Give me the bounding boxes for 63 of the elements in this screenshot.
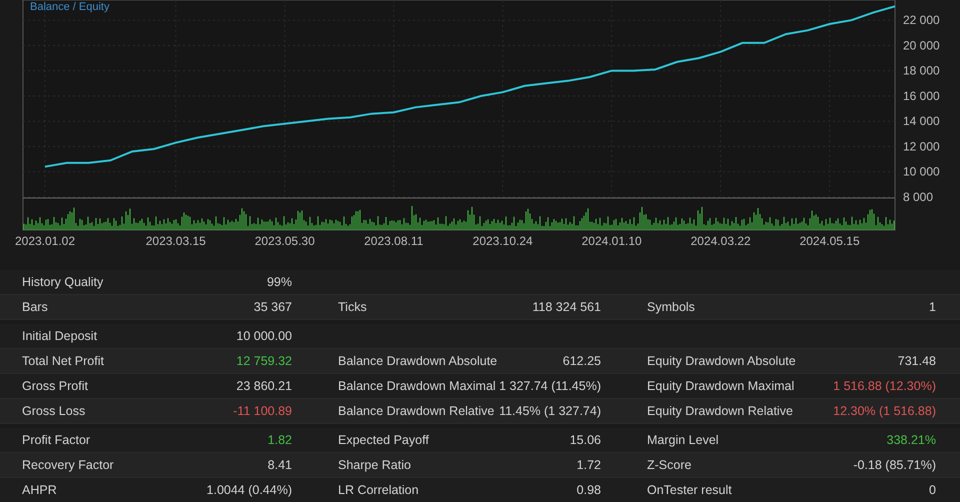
x-axis-label: 2023.10.24 bbox=[472, 234, 533, 248]
stat-label: Expected Payoff bbox=[338, 433, 429, 447]
stat-label: Initial Deposit bbox=[22, 329, 98, 343]
y-axis-label: 16 000 bbox=[903, 88, 940, 103]
y-axis-label: 22 000 bbox=[903, 13, 940, 28]
stat-label: Sharpe Ratio bbox=[338, 458, 411, 472]
stat-value: 12 759.32 bbox=[236, 354, 292, 368]
stat-value: 1.0044 (0.44%) bbox=[206, 483, 292, 497]
x-axis-label: 2023.05.30 bbox=[254, 234, 315, 248]
stat-label: Balance Drawdown Absolute bbox=[338, 354, 498, 368]
stat-value: 338.21% bbox=[886, 433, 936, 447]
y-axis-label: 8 000 bbox=[903, 190, 934, 204]
stat-value: 12.30% (1 516.88) bbox=[833, 404, 936, 418]
stat-value: 23 860.21 bbox=[236, 379, 292, 393]
stat-label: Symbols bbox=[647, 300, 695, 314]
stat-value: 1 516.88 (12.30%) bbox=[833, 379, 936, 393]
stat-value: -0.18 (85.71%) bbox=[853, 458, 936, 472]
stat-value: 0.98 bbox=[576, 483, 601, 497]
y-axis-label: 14 000 bbox=[903, 114, 940, 128]
stat-value: 1.72 bbox=[576, 458, 601, 472]
stat-value: 118 324 561 bbox=[532, 300, 601, 314]
stat-value: 731.48 bbox=[898, 354, 936, 368]
stat-value: -11 100.89 bbox=[233, 404, 292, 418]
stat-value: 8.41 bbox=[268, 458, 292, 472]
stat-label: Equity Drawdown Absolute bbox=[647, 354, 796, 368]
x-axis-label: 2023.01.02 bbox=[14, 234, 76, 248]
y-axis-label: 12 000 bbox=[903, 139, 940, 154]
stat-label: LR Correlation bbox=[338, 483, 419, 497]
stat-label: Recovery Factor bbox=[22, 458, 114, 472]
stat-label: Balance Drawdown Relative bbox=[338, 404, 494, 418]
x-axis-label: 2023.08.11 bbox=[364, 234, 424, 248]
y-axis-label: 18 000 bbox=[903, 64, 940, 78]
stat-label: Margin Level bbox=[647, 433, 719, 447]
stat-value: 35 367 bbox=[254, 300, 292, 314]
y-axis-label: 20 000 bbox=[903, 38, 940, 52]
stat-value: 11.45% (1 327.74) bbox=[499, 404, 601, 418]
stat-value: 1 bbox=[929, 300, 936, 314]
stat-label: Z-Score bbox=[647, 458, 692, 472]
stat-value: 1.82 bbox=[268, 433, 292, 447]
x-axis-label: 2024.03.22 bbox=[690, 234, 751, 248]
stat-label: Ticks bbox=[338, 300, 367, 314]
stat-label: Total Net Profit bbox=[22, 354, 104, 368]
x-axis-label: 2024.05.15 bbox=[800, 234, 860, 248]
stat-label: AHPR bbox=[22, 483, 57, 497]
stat-value: 10 000.00 bbox=[236, 329, 292, 343]
y-axis-label: 10 000 bbox=[903, 164, 940, 179]
stat-label: Gross Profit bbox=[22, 379, 88, 393]
stat-label: Bars bbox=[22, 300, 48, 314]
stat-value: 15.06 bbox=[570, 433, 601, 447]
x-axis-label: 2024.01.10 bbox=[582, 234, 642, 248]
stat-label: OnTester result bbox=[647, 483, 732, 497]
stat-label: Profit Factor bbox=[22, 433, 90, 447]
stat-label: Balance Drawdown Maximal bbox=[338, 379, 496, 393]
stat-value: 99% bbox=[266, 275, 292, 289]
stat-label: Gross Loss bbox=[22, 404, 86, 418]
stat-label: Equity Drawdown Relative bbox=[647, 404, 793, 418]
stat-value: 0 bbox=[929, 483, 936, 497]
stat-label: Equity Drawdown Maximal bbox=[647, 379, 794, 393]
stat-value: 612.25 bbox=[562, 354, 601, 368]
x-axis-label: 2023.03.15 bbox=[146, 234, 206, 248]
chart-title: Balance / Equity bbox=[30, 1, 110, 13]
stat-value: 1 327.74 (11.45%) bbox=[499, 379, 601, 393]
stat-label: History Quality bbox=[22, 275, 104, 289]
